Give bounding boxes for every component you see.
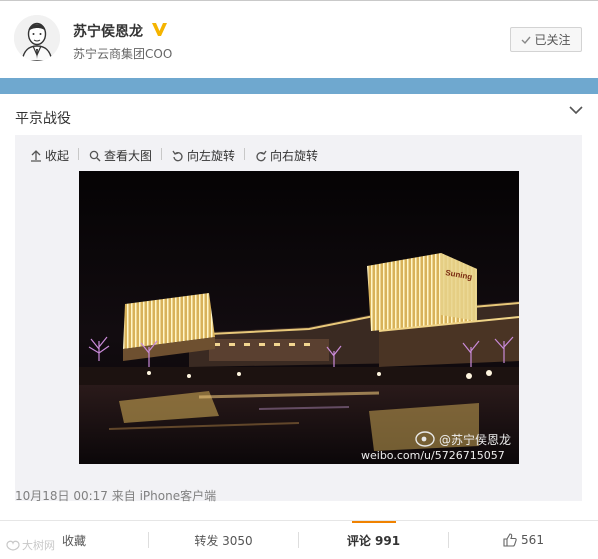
post-card: 平京战役 收起 查看大图 向左旋转 向右旋转 Suning @苏宁侯恩龙 wei… [0, 94, 598, 520]
collapse-label: 收起 [45, 149, 70, 163]
collapse-tool[interactable]: 收起 [30, 147, 69, 164]
user-title: 苏宁云商集团COO [73, 47, 173, 61]
view-large-tool[interactable]: 查看大图 [89, 147, 152, 164]
photo-watermark-url: weibo.com/u/5726715057 [361, 449, 505, 462]
active-tab-indicator [352, 521, 396, 523]
chevron-down-icon[interactable] [568, 102, 584, 118]
site-watermark-text: 大树网 [22, 539, 55, 552]
site-watermark: 大树网 [6, 537, 55, 553]
avatar[interactable] [14, 15, 60, 61]
like-button[interactable]: 561 [449, 521, 598, 559]
rotate-left-icon [172, 150, 183, 161]
repost-button[interactable]: 转发 3050 [149, 521, 298, 559]
photo-watermark-name: @苏宁侯恩龙 [439, 432, 511, 447]
section-divider-band [0, 78, 598, 94]
post-meta: 10月18日 00:17 来自 iPhone客户端 [15, 489, 217, 503]
magnifier-icon [89, 150, 101, 161]
check-icon [521, 36, 532, 44]
view-large-label: 查看大图 [104, 149, 153, 163]
site-logo-icon [6, 540, 20, 551]
arrow-up-icon [31, 149, 41, 162]
like-count: 561 [521, 533, 544, 547]
follow-button[interactable]: 已关注 [510, 27, 582, 52]
post-text: 平京战役 [15, 111, 71, 127]
rotate-right-tool[interactable]: 向右旋转 [255, 147, 318, 164]
toolbar-divider [244, 148, 245, 160]
rotate-right-icon [256, 150, 267, 161]
follow-label: 已关注 [534, 33, 571, 47]
media-expanded-box: 收起 查看大图 向左旋转 向右旋转 Suning @苏宁侯恩龙 weibo.co… [15, 135, 582, 501]
post-photo[interactable]: Suning @苏宁侯恩龙 weibo.com/u/5726715057 [79, 171, 519, 464]
profile-header: 苏宁侯恩龙 苏宁云商集团COO 已关注 [0, 0, 598, 79]
verified-v-icon [152, 23, 167, 36]
rotate-right-label: 向右旋转 [270, 149, 319, 163]
comment-label: 评论 991 [346, 533, 401, 548]
comment-button[interactable]: 评论 991 [299, 521, 448, 559]
post-actions-bar: 收藏 转发 3050 评论 991 561 [0, 520, 598, 559]
toolbar-divider [78, 148, 79, 160]
rotate-left-tool[interactable]: 向左旋转 [172, 147, 235, 164]
user-name[interactable]: 苏宁侯恩龙 [73, 21, 143, 41]
toolbar-divider [161, 148, 162, 160]
rotate-left-label: 向左旋转 [187, 149, 236, 163]
favorite-label: 收藏 [61, 533, 86, 548]
thumbs-up-icon [503, 533, 517, 547]
repost-label: 转发 3050 [194, 533, 253, 548]
